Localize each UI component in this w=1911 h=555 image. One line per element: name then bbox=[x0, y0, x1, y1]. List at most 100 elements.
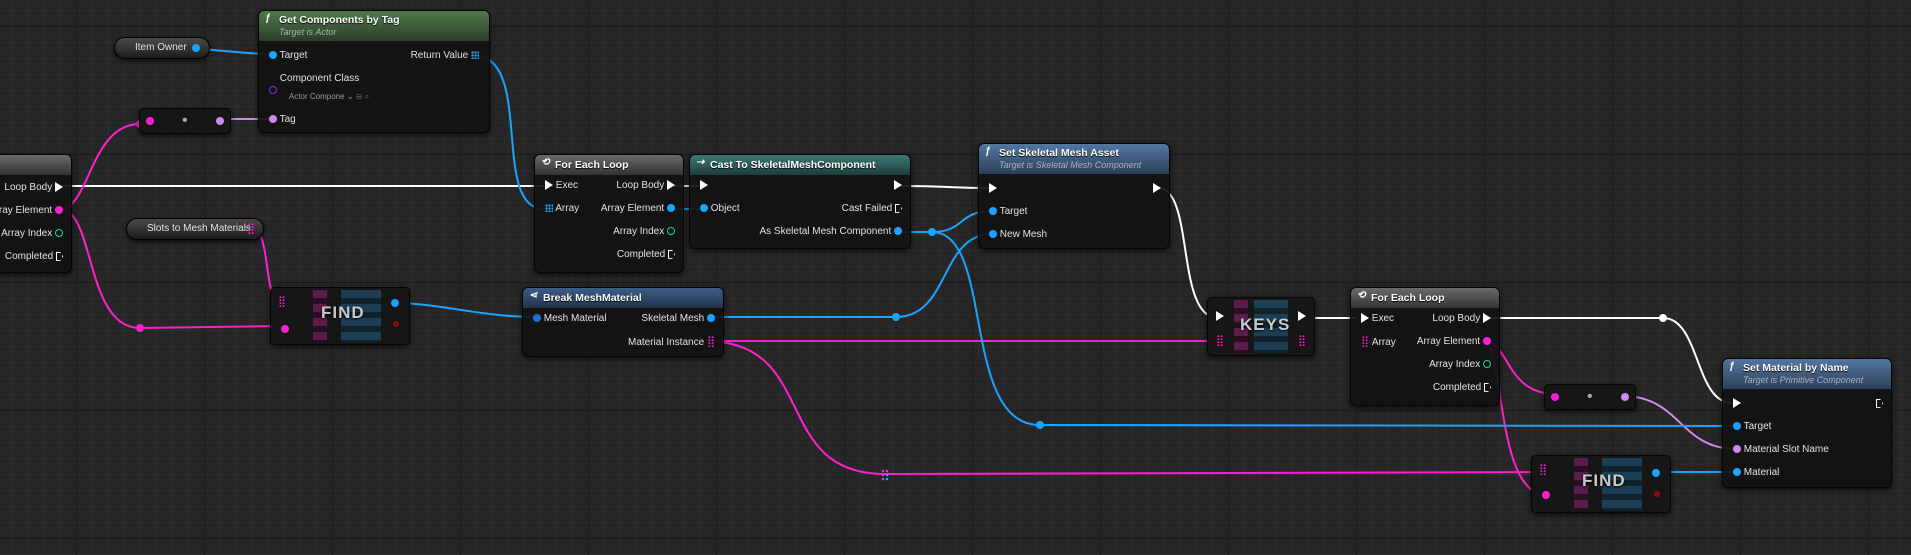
object-pin-icon[interactable] bbox=[989, 207, 997, 216]
array-pin[interactable]: Array bbox=[545, 202, 579, 216]
integer-pin-icon[interactable] bbox=[1483, 360, 1491, 369]
exec-out-pin[interactable] bbox=[894, 179, 902, 193]
completed-pin[interactable]: Completed bbox=[5, 250, 63, 264]
slots-to-mesh-materials-variable[interactable]: Slots to Mesh Materials ⣿ bbox=[126, 218, 264, 240]
map-pin-icon[interactable]: ⣿ bbox=[1216, 334, 1224, 347]
material-pin[interactable]: Material bbox=[1733, 466, 1779, 480]
name-pin-icon[interactable] bbox=[216, 117, 224, 125]
map-pin-icon[interactable] bbox=[1551, 393, 1559, 401]
set-skeletal-mesh-asset-node[interactable]: ƒ Set Skeletal Mesh Asset Target is Skel… bbox=[978, 143, 1170, 249]
keys-node[interactable]: ⣿ KEYS ⣿ bbox=[1207, 297, 1315, 356]
for-each-loop-node[interactable]: ⟲ For Each Loop Exec Loop Body Array Arr… bbox=[534, 154, 684, 273]
class-pin-icon[interactable] bbox=[269, 86, 277, 94]
exec-in-icon[interactable] bbox=[989, 183, 997, 194]
object-pin-icon[interactable] bbox=[707, 314, 715, 323]
loop-body-pin[interactable]: Loop Body bbox=[1432, 312, 1491, 326]
exec-in-pin[interactable]: Exec bbox=[1361, 312, 1394, 326]
get-components-by-tag-node[interactable]: ƒ Get Components by Tag Target is Actor … bbox=[258, 10, 490, 133]
material-slot-name-pin[interactable]: Material Slot Name bbox=[1733, 443, 1829, 457]
exec-out-icon[interactable] bbox=[1298, 311, 1306, 321]
exec-in-icon[interactable] bbox=[700, 180, 708, 191]
material-instance-pin[interactable]: Material Instance ⣿ bbox=[628, 335, 715, 349]
completed-pin[interactable]: Completed bbox=[617, 248, 675, 262]
exec-out-hollow-icon[interactable] bbox=[1876, 398, 1883, 408]
completed-pin[interactable]: Completed bbox=[1433, 381, 1491, 395]
exec-out-icon[interactable] bbox=[55, 182, 63, 193]
object-pin-icon[interactable] bbox=[667, 204, 675, 213]
object-pin-icon[interactable] bbox=[894, 227, 902, 236]
map-pin-icon[interactable] bbox=[146, 117, 154, 125]
exec-in-pin[interactable]: Exec bbox=[545, 179, 578, 193]
name-literal-node[interactable]: • bbox=[1544, 384, 1636, 410]
tag-pin[interactable]: Tag bbox=[269, 113, 296, 127]
object-pin-icon[interactable] bbox=[192, 44, 200, 52]
map-pin-icon[interactable]: ⣿ bbox=[707, 336, 715, 348]
cast-to-skeletal-mesh-component-node[interactable]: ⇢ Cast To SkeletalMeshComponent Object C… bbox=[689, 154, 911, 249]
name-pin-icon[interactable] bbox=[1733, 445, 1741, 454]
return-value-pin[interactable]: Return Value bbox=[411, 49, 479, 63]
bool-pin-icon[interactable] bbox=[393, 321, 399, 327]
name-pin-icon[interactable] bbox=[269, 115, 277, 124]
exec-out-hollow-icon[interactable] bbox=[1484, 382, 1491, 392]
array-pin-icon[interactable] bbox=[545, 204, 553, 213]
struct-pin-icon[interactable] bbox=[533, 314, 541, 323]
array-index-pin[interactable]: Array Index bbox=[1429, 358, 1491, 372]
array-index-pin[interactable]: Array Index bbox=[613, 225, 675, 239]
component-class-pin[interactable]: Component Class bbox=[269, 72, 359, 94]
target-pin[interactable]: Target bbox=[269, 49, 307, 63]
exec-out-pin[interactable] bbox=[1153, 182, 1161, 196]
target-pin[interactable]: Target bbox=[1733, 420, 1771, 434]
exec-in-pin[interactable] bbox=[1733, 397, 1741, 411]
bool-pin-icon[interactable] bbox=[1654, 491, 1660, 497]
as-skeletal-mesh-component-pin[interactable]: As Skeletal Mesh Component bbox=[759, 225, 902, 239]
array-element-pin[interactable]: Array Element bbox=[1417, 335, 1491, 349]
map-pin-icon[interactable]: ⣿ bbox=[278, 295, 286, 308]
object-pin-icon[interactable] bbox=[1733, 422, 1741, 431]
for-each-loop-node[interactable]: ⟲ For Each Loop Exec Loop Body ⣿ Array A… bbox=[1350, 287, 1500, 406]
array-element-pin[interactable]: Array Element bbox=[601, 202, 675, 216]
new-mesh-pin[interactable]: New Mesh bbox=[989, 228, 1047, 242]
map-pin-icon[interactable] bbox=[1483, 337, 1491, 346]
name-pin-icon[interactable] bbox=[1621, 393, 1629, 401]
object-pin-icon[interactable] bbox=[1733, 468, 1741, 477]
skeletal-mesh-pin[interactable]: Skeletal Mesh bbox=[641, 312, 715, 326]
array-pin-icon[interactable]: ⣿ bbox=[1298, 334, 1306, 347]
object-pin[interactable]: Object bbox=[700, 202, 740, 216]
map-pin-icon[interactable]: ⣿ bbox=[247, 219, 255, 239]
loop-body-pin[interactable]: Loop Body bbox=[4, 181, 63, 195]
item-owner-variable[interactable]: Item Owner bbox=[114, 37, 210, 59]
break-mesh-material-node[interactable]: ⋖ Break MeshMaterial Mesh Material Skele… bbox=[522, 287, 724, 357]
object-pin-icon[interactable] bbox=[989, 230, 997, 239]
component-class-dropdown[interactable]: Actor Compone ⌄ ⊖ ⌕ bbox=[289, 90, 369, 104]
cast-failed-pin[interactable]: Cast Failed bbox=[842, 202, 902, 216]
array-pin-icon[interactable] bbox=[471, 51, 479, 60]
name-literal-node[interactable]: • bbox=[139, 108, 231, 134]
exec-out-icon[interactable] bbox=[1153, 183, 1161, 194]
exec-out-icon[interactable] bbox=[667, 180, 675, 191]
map-key-pin-icon[interactable] bbox=[281, 325, 289, 333]
exec-in-pin[interactable] bbox=[700, 179, 708, 193]
object-pin-icon[interactable] bbox=[700, 204, 708, 213]
loop-body-pin[interactable]: Loop Body bbox=[616, 179, 675, 193]
array-index-pin[interactable]: Array Index bbox=[1, 227, 63, 241]
array-pin-icon[interactable]: ⣿ bbox=[1361, 336, 1369, 348]
array-element-pin[interactable]: Array Element bbox=[0, 204, 63, 218]
object-pin-icon[interactable] bbox=[1652, 469, 1660, 477]
integer-pin-icon[interactable] bbox=[667, 227, 675, 236]
object-pin-icon[interactable] bbox=[391, 299, 399, 307]
map-pin-icon[interactable] bbox=[55, 206, 63, 215]
find-node[interactable]: ⣿ FIND bbox=[1531, 455, 1671, 513]
object-pin-icon[interactable] bbox=[269, 51, 277, 60]
exec-in-icon[interactable] bbox=[1733, 398, 1741, 409]
exec-out-pin[interactable] bbox=[1876, 397, 1883, 411]
set-material-by-name-node[interactable]: ƒ Set Material by Name Target is Primiti… bbox=[1722, 358, 1892, 488]
mesh-material-pin[interactable]: Mesh Material bbox=[533, 312, 607, 326]
map-pin-icon[interactable]: ⣿ bbox=[1539, 463, 1547, 476]
exec-in-icon[interactable] bbox=[1361, 313, 1369, 324]
exec-out-hollow-icon[interactable] bbox=[895, 203, 902, 213]
for-each-loop-partial-node[interactable]: Loop Body Array Element Array Index Comp… bbox=[0, 154, 72, 273]
exec-out-hollow-icon[interactable] bbox=[668, 249, 675, 259]
search-icon[interactable]: ⌕ bbox=[365, 92, 369, 101]
exec-in-icon[interactable] bbox=[545, 180, 553, 191]
target-pin[interactable]: Target bbox=[989, 205, 1027, 219]
